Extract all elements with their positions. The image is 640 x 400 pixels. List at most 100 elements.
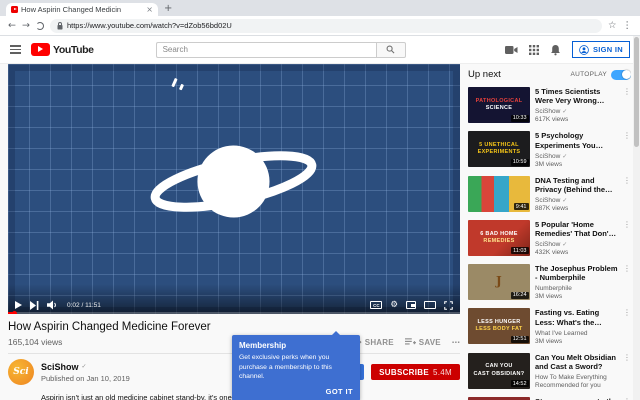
video-thumbnail[interactable]: LESS HUNGER LESS BODY FAT 12:51 bbox=[468, 308, 530, 345]
page-content: 0:02 / 11:51 CC ⚙ How Aspirin Changed Me… bbox=[0, 64, 640, 400]
lock-icon bbox=[57, 21, 63, 29]
video-item-title[interactable]: 5 Popular 'Home Remedies' That Don't Act… bbox=[535, 220, 618, 239]
next-icon[interactable] bbox=[30, 300, 39, 310]
autoplay-toggle[interactable] bbox=[611, 69, 631, 80]
fullscreen-icon[interactable] bbox=[444, 300, 453, 310]
video-thumbnail[interactable]: 5 UNETHICAL EXPERIMENTS 10:59 bbox=[468, 131, 530, 168]
up-next-video-item[interactable]: CAN YOU CAST OBSIDIAN? 14:52 Can You Mel… bbox=[468, 352, 631, 389]
settings-gear-icon[interactable]: ⚙ bbox=[390, 301, 398, 310]
video-thumbnail[interactable]: PATHOLOGICAL SCIENCE 10:33 bbox=[468, 87, 530, 123]
channel-name[interactable]: SciShow bbox=[41, 362, 79, 372]
up-next-video-item[interactable]: LESS HUNGER LESS BODY FAT 12:51 Fasting … bbox=[468, 308, 631, 345]
video-player[interactable]: 0:02 / 11:51 CC ⚙ bbox=[8, 64, 460, 314]
item-menu-icon[interactable]: ⋮ bbox=[623, 264, 631, 300]
save-label: SAVE bbox=[418, 337, 441, 347]
progress-bar[interactable] bbox=[8, 310, 460, 314]
header-actions: SIGN IN bbox=[504, 41, 630, 58]
publish-date: Published on Jan 10, 2019 bbox=[41, 373, 130, 383]
video-item-channel[interactable]: SciShow bbox=[535, 108, 560, 115]
video-item-channel[interactable]: SciShow bbox=[535, 241, 560, 248]
item-menu-icon[interactable]: ⋮ bbox=[623, 176, 631, 212]
video-title: How Aspirin Changed Medicine Forever bbox=[8, 321, 211, 333]
url-box[interactable]: https://www.youtube.com/watch?v=dZob56bd… bbox=[49, 18, 602, 33]
thumbnail-text: SCIENCE bbox=[485, 105, 513, 111]
video-item-channel[interactable]: What I've Learned bbox=[535, 330, 588, 337]
item-menu-icon[interactable]: ⋮ bbox=[623, 220, 631, 256]
thumbnail-text: PATHOLOGICAL bbox=[475, 97, 523, 104]
sign-in-label: SIGN IN bbox=[592, 45, 623, 54]
back-icon[interactable]: ← bbox=[8, 21, 16, 31]
search-input[interactable] bbox=[155, 41, 376, 58]
search-button[interactable] bbox=[375, 41, 406, 58]
channel-avatar[interactable]: Sci bbox=[8, 359, 34, 385]
item-menu-icon[interactable]: ⋮ bbox=[623, 131, 631, 167]
thumbnail-text: LESS HUNGER bbox=[477, 319, 521, 326]
video-item-views: 432K views bbox=[535, 249, 569, 256]
video-item-channel[interactable]: How To Make Everything bbox=[535, 374, 607, 381]
up-next-video-item[interactable]: 9:41 DNA Testing and Privacy (Behind the… bbox=[468, 175, 631, 212]
scrollbar-thumb[interactable] bbox=[634, 37, 639, 147]
item-menu-icon[interactable]: ⋮ bbox=[623, 308, 631, 344]
captions-icon[interactable]: CC bbox=[370, 301, 383, 309]
comet-mark-icon bbox=[178, 83, 184, 91]
sign-in-button[interactable]: SIGN IN bbox=[571, 41, 630, 58]
video-item-title[interactable]: The Josephus Problem - Numberphile bbox=[535, 264, 618, 283]
got-it-button[interactable]: GOT IT bbox=[239, 387, 353, 396]
search-icon bbox=[386, 45, 395, 54]
forward-icon[interactable]: → bbox=[22, 21, 30, 31]
play-icon[interactable] bbox=[15, 301, 22, 309]
video-item-views: 3M views bbox=[535, 293, 563, 301]
video-item-title[interactable]: Fasting vs. Eating Less: What's the Diff… bbox=[535, 308, 618, 327]
thumbnail-text: CAST OBSIDIAN? bbox=[473, 370, 525, 377]
video-item-title[interactable]: 5 Times Scientists Were Very Wrong About… bbox=[535, 87, 618, 106]
browser-tab[interactable]: How Aspirin Changed Medicin × bbox=[6, 3, 158, 16]
reload-icon[interactable] bbox=[35, 21, 44, 30]
up-next-video-item[interactable]: PATHOLOGICAL SCIENCE 10:33 5 Times Scien… bbox=[468, 87, 631, 123]
volume-icon[interactable] bbox=[47, 300, 59, 310]
subscribe-button[interactable]: SUBSCRIBE 5.4M bbox=[371, 364, 460, 380]
up-next-video-item[interactable]: J 16:24 The Josephus Problem - Numberphi… bbox=[468, 264, 631, 300]
youtube-header: YouTube Search SIGN IN bbox=[0, 36, 640, 64]
apps-grid-icon[interactable] bbox=[528, 44, 539, 55]
tab-close-icon[interactable]: × bbox=[146, 5, 153, 14]
notifications-bell-icon[interactable] bbox=[550, 44, 561, 56]
item-menu-icon[interactable]: ⋮ bbox=[623, 87, 631, 123]
thumbnail-text: LESS BODY FAT bbox=[475, 326, 523, 333]
youtube-play-logo-icon bbox=[31, 43, 50, 56]
theater-mode-icon[interactable] bbox=[424, 301, 436, 309]
video-thumbnail[interactable]: CAN YOU CAST OBSIDIAN? 14:52 bbox=[468, 352, 530, 389]
video-item-channel[interactable]: SciShow bbox=[535, 153, 560, 160]
verified-badge-icon: ✓ bbox=[562, 241, 568, 248]
miniplayer-icon[interactable] bbox=[406, 301, 416, 309]
video-thumbnail[interactable]: J 16:24 bbox=[468, 264, 530, 300]
video-thumbnail[interactable]: 9:41 bbox=[468, 175, 530, 212]
video-item-title[interactable]: 5 Psychology Experiments You Couldn't Do… bbox=[535, 131, 618, 150]
video-item-channel[interactable]: Numberphile bbox=[535, 285, 572, 292]
search-area bbox=[155, 41, 406, 58]
share-label: SHARE bbox=[364, 337, 394, 347]
youtube-favicon-icon bbox=[11, 6, 18, 13]
duration-badge: 14:52 bbox=[510, 380, 529, 387]
save-button[interactable]: SAVE bbox=[404, 337, 441, 347]
membership-popup-body: Get exclusive perks when you purchase a … bbox=[239, 354, 332, 381]
video-item-title[interactable]: Can You Melt Obsidian and Cast a Sword? bbox=[535, 353, 618, 372]
new-tab-button[interactable]: + bbox=[164, 3, 172, 14]
video-item-views: 3M views bbox=[535, 337, 563, 345]
bookmark-star-icon[interactable]: ☆ bbox=[608, 21, 617, 31]
item-menu-icon[interactable]: ⋮ bbox=[623, 353, 631, 389]
verified-badge-icon: ✓ bbox=[562, 196, 568, 204]
video-thumbnail[interactable]: 6 BAD HOME REMEDIES 11:03 bbox=[468, 219, 530, 256]
browser-address-bar: ← → https://www.youtube.com/watch?v=dZob… bbox=[0, 16, 640, 36]
more-actions-icon[interactable]: ⋯ bbox=[452, 338, 460, 347]
video-item-channel[interactable]: SciShow bbox=[535, 197, 560, 204]
progress-scrubber[interactable] bbox=[12, 310, 17, 314]
up-next-video-item[interactable]: 6 BAD HOME REMEDIES 11:03 5 Popular 'Hom… bbox=[468, 219, 631, 256]
youtube-logo[interactable]: YouTube bbox=[31, 43, 94, 56]
player-controls-right: CC ⚙ bbox=[370, 300, 453, 310]
hamburger-menu-icon[interactable] bbox=[10, 45, 21, 54]
upload-video-icon[interactable] bbox=[504, 45, 518, 55]
up-next-video-item[interactable]: 5 UNETHICAL EXPERIMENTS 10:59 5 Psycholo… bbox=[468, 131, 631, 168]
browser-menu-icon[interactable]: ⋮ bbox=[623, 21, 633, 31]
video-item-title[interactable]: DNA Testing and Privacy (Behind the scen… bbox=[535, 176, 618, 195]
page-scrollbar[interactable] bbox=[633, 36, 640, 400]
